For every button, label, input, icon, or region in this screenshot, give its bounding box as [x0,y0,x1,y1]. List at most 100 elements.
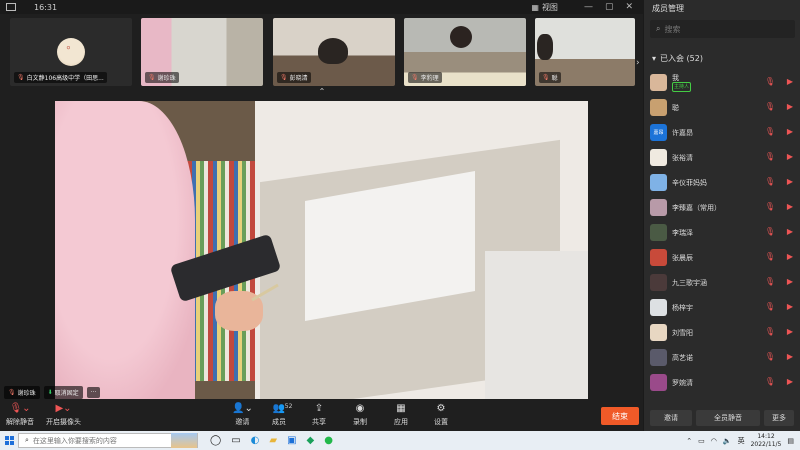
member-row[interactable]: 刘雪阳 🎙 ▶ [644,320,800,345]
store-icon[interactable]: ▣ [287,435,296,446]
mic-muted-icon[interactable]: 🎙 [765,377,775,386]
members-icon: 👥 52 [272,403,293,414]
start-video-button[interactable]: ▶⌄ 开启摄像头 [46,403,81,427]
avatar [650,324,667,341]
member-name: 罗婉清 [672,378,693,387]
member-row[interactable]: 张晨辰 🎙 ▶ [644,245,800,270]
share-button[interactable]: ⇪ 共享 [312,403,326,427]
notification-icon[interactable]: ▤ [787,437,794,445]
taskbar-search[interactable]: ⌕ [18,433,198,448]
video-thumbnail[interactable]: 🎙 李豹理 [404,18,526,86]
mic-muted-icon[interactable]: 🎙 [765,202,775,211]
camera-off-icon[interactable]: ▶ [787,152,793,161]
tencent-meeting-icon[interactable]: ◆ [307,435,315,446]
video-thumbnail-strip: 🎙白文静106高级中学（田思... 🎙谢珍珠 🎙彭晓清 🎙李豹理 🎙聪 › [0,14,643,88]
unmute-button[interactable]: 🎙⌄ 解除静音 [6,403,34,427]
members-button[interactable]: 👥 52 成员 [272,403,293,427]
camera-off-icon[interactable]: ▶ [787,202,793,211]
mic-muted-icon[interactable]: 🎙 [765,327,775,336]
camera-off-icon[interactable]: ▶ [787,127,793,136]
mic-muted-icon[interactable]: 🎙 [765,302,775,311]
task-view-icon[interactable]: ◯ [210,435,221,446]
camera-off-icon[interactable]: ▶ [787,352,793,361]
mic-muted-icon: 🎙 [280,74,288,81]
camera-off-icon[interactable]: ▶ [787,377,793,386]
taskbar-clock[interactable]: 14:12 2022/11/5 [751,433,782,449]
camera-off-icon[interactable]: ▶ [787,327,793,336]
windows-start-icon[interactable] [0,431,18,450]
multitask-icon[interactable]: ▭ [231,435,240,446]
avatar [650,349,667,366]
mic-muted-icon[interactable]: 🎙 [765,127,775,136]
member-row[interactable]: 李臻嘉（常用） 🎙 ▶ [644,195,800,220]
member-row[interactable]: 张裕清 🎙 ▶ [644,145,800,170]
mic-muted-icon[interactable]: 🎙 [765,227,775,236]
mic-muted-icon[interactable]: 🎙 [765,277,775,286]
bottom-toolbar: 🎙⌄ 解除静音 ▶⌄ 开启摄像头 👤⌄ 邀请 👥 52 成员 ⇪ 共享 ◉ 录制 … [0,401,643,431]
camera-off-icon[interactable]: ▶ [787,252,793,261]
member-row[interactable]: 李瑞泽 🎙 ▶ [644,220,800,245]
more-options-button[interactable]: 更多 [764,410,794,426]
minimize-icon[interactable]: — [584,2,593,12]
participant-name: 聪 [551,75,558,82]
record-button[interactable]: ◉ 录制 [353,403,367,427]
camera-off-icon[interactable]: ▶ [787,177,793,186]
ime-indicator[interactable]: 英 [738,436,745,446]
main-video [55,101,588,399]
battery-icon[interactable]: ▭ [698,437,705,445]
volume-icon[interactable]: 🔈 [723,437,732,445]
chevron-right-icon[interactable]: › [636,58,642,70]
apps-button[interactable]: ▦ 应用 [394,403,408,427]
video-thumbnail[interactable]: 🎙 谢珍珠 [141,18,263,86]
member-row[interactable]: 辛仪菲妈妈 🎙 ▶ [644,170,800,195]
mute-all-button[interactable]: 全员静音 [696,410,760,426]
chevron-up-icon[interactable]: ⌃ [686,437,692,445]
member-row[interactable]: 杨梓宇 🎙 ▶ [644,295,800,320]
taskbar-search-input[interactable] [32,436,164,445]
video-thumbnail[interactable]: 🎙 聪 [535,18,635,86]
edge-browser-icon[interactable]: ◐ [251,435,260,446]
video-thumbnail[interactable]: 🎙白文静106高级中学（田思... [10,18,132,86]
invite-button[interactable]: 👤⌄ 邀请 [232,403,253,427]
top-status-bar: 16:31 ▦ 视图 — ▢ ✕ [0,0,643,14]
video-thumbnail[interactable]: 🎙 彭晓清 [273,18,395,86]
member-row[interactable]: 九三歌宇涵 🎙 ▶ [644,270,800,295]
window-controls: — ▢ ✕ [584,2,633,12]
unpin-button[interactable]: ⬇ 取消固定 [43,386,83,399]
member-row[interactable]: 嘉昂 许嘉昂 🎙 ▶ [644,120,800,145]
more-button[interactable]: ··· [86,387,101,398]
camera-off-icon[interactable]: ▶ [787,302,793,311]
member-name: 辛仪菲妈妈 [672,178,707,187]
mic-muted-icon[interactable]: 🎙 [765,152,775,161]
wifi-icon[interactable]: ◠ [711,437,717,445]
joined-group-header[interactable]: ▾ 已入会 (52) [652,53,703,64]
avatar [650,249,667,266]
end-meeting-button[interactable]: 结束 [601,407,639,425]
member-row[interactable]: 我主持人 🎙 ▶ [644,70,800,95]
maximize-icon[interactable]: ▢ [605,2,614,12]
settings-button[interactable]: ⚙ 设置 [434,403,448,427]
search-input[interactable] [664,24,775,34]
view-button[interactable]: ▦ 视图 [531,2,558,13]
grid-icon[interactable] [6,3,16,11]
mic-muted-icon[interactable]: 🎙 [765,102,775,111]
invite-member-button[interactable]: 邀请 [650,410,692,426]
member-search[interactable]: ⌕ [650,20,795,38]
mic-muted-icon[interactable]: 🎙 [765,352,775,361]
camera-off-icon[interactable]: ▶ [787,102,793,111]
unpin-icon: ⬇ [47,389,53,396]
chevron-up-icon[interactable]: ⌃ [316,88,328,96]
file-explorer-icon[interactable]: ▰ [269,435,277,446]
camera-off-icon: ▶⌄ [55,403,72,414]
mic-muted-icon[interactable]: 🎙 [765,77,775,86]
mic-muted-icon[interactable]: 🎙 [765,177,775,186]
camera-off-icon[interactable]: ▶ [787,277,793,286]
camera-off-icon[interactable]: ▶ [787,227,793,236]
wechat-icon[interactable]: ● [324,435,333,446]
mic-muted-icon[interactable]: 🎙 [765,252,775,261]
member-row[interactable]: 聪 🎙 ▶ [644,95,800,120]
camera-off-icon[interactable]: ▶ [787,77,793,86]
member-row[interactable]: 罗婉清 🎙 ▶ [644,370,800,395]
close-icon[interactable]: ✕ [625,2,633,12]
member-row[interactable]: 高艺诺 🎙 ▶ [644,345,800,370]
